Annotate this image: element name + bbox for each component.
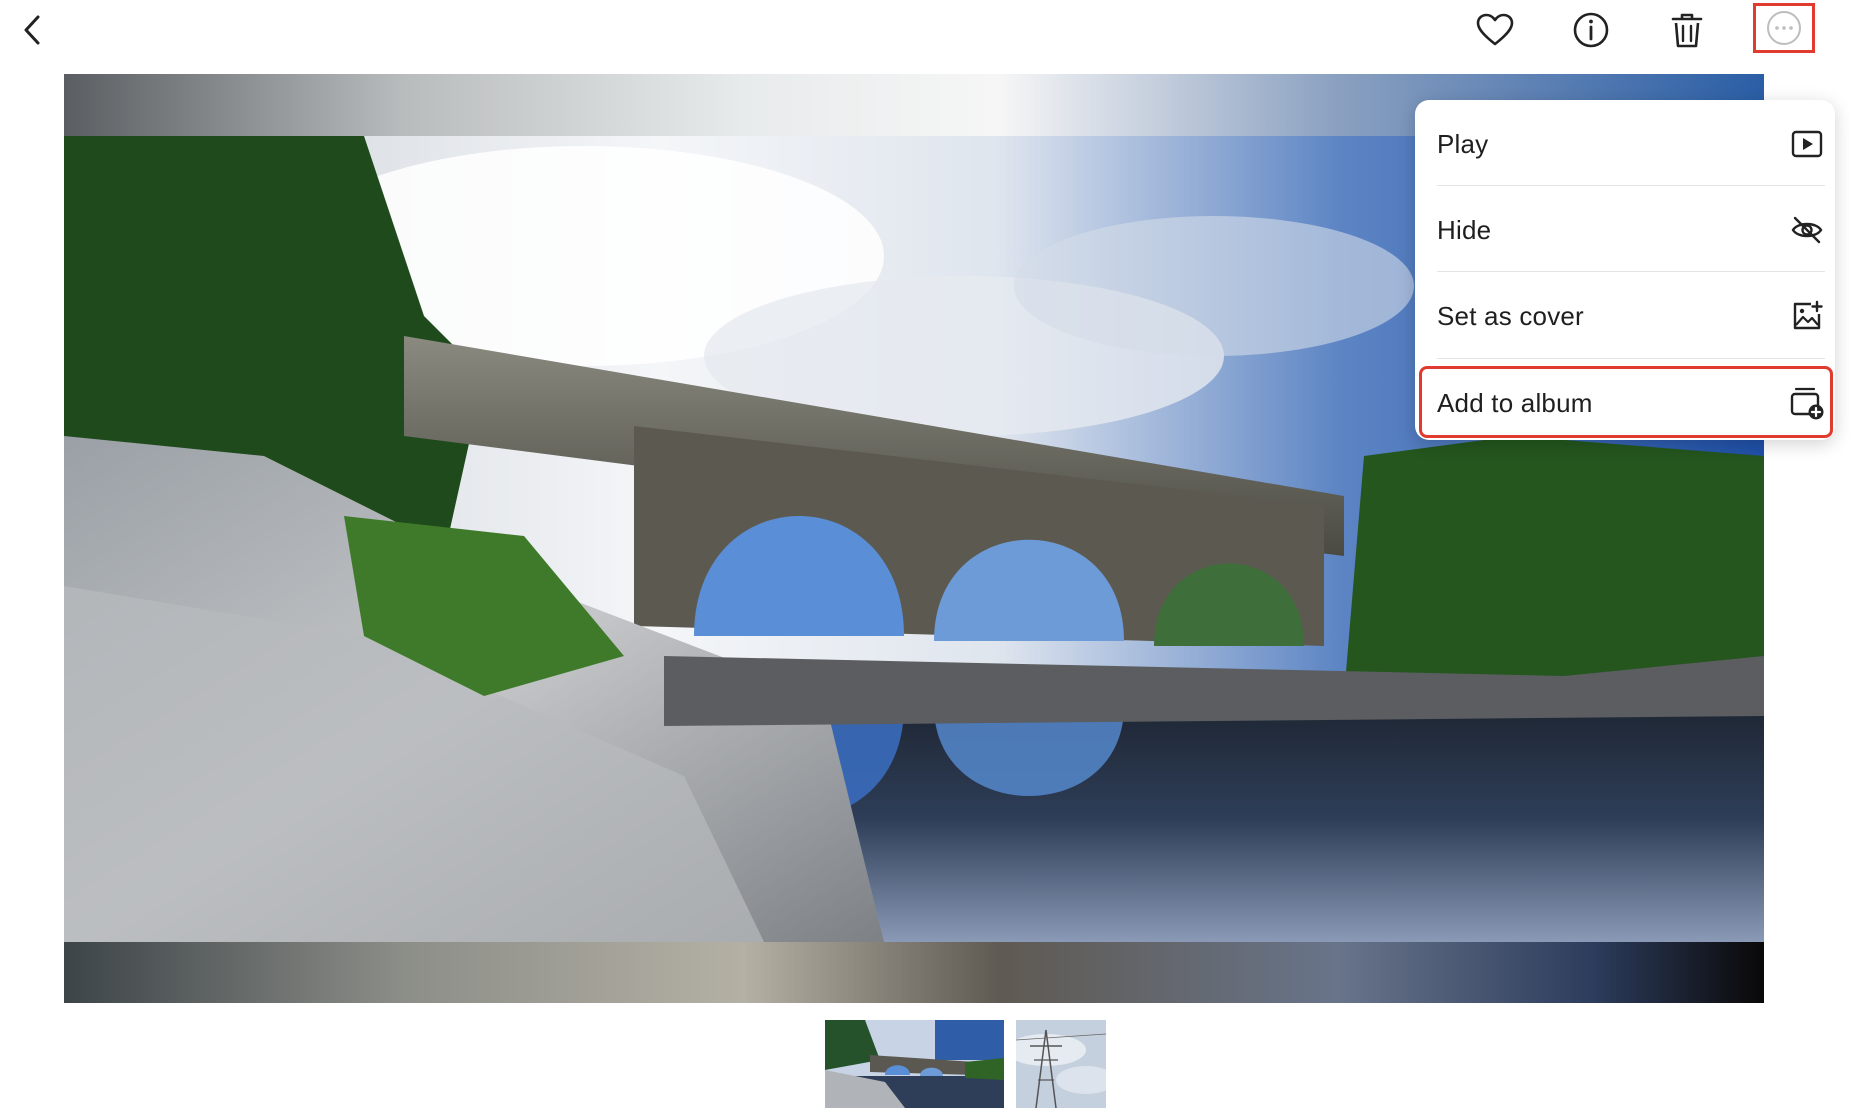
top-toolbar [0, 0, 1850, 70]
menu-item-label: Set as cover [1437, 300, 1584, 331]
chevron-left-icon [24, 15, 40, 45]
more-options-button[interactable] [1753, 3, 1815, 53]
delete-button[interactable] [1657, 0, 1717, 60]
info-icon [1573, 12, 1609, 48]
back-button[interactable] [2, 0, 62, 60]
play-icon [1789, 126, 1825, 162]
menu-item-set-as-cover[interactable]: Set as cover [1437, 274, 1825, 358]
menu-divider [1437, 358, 1825, 359]
menu-item-add-to-album[interactable]: Add to album [1437, 361, 1825, 445]
info-button[interactable] [1561, 0, 1621, 60]
thumbnail-bridge[interactable] [825, 1020, 1004, 1108]
more-horizontal-icon [1767, 11, 1801, 45]
menu-item-label: Hide [1437, 214, 1492, 245]
eye-off-icon [1789, 212, 1825, 248]
favorite-button[interactable] [1465, 0, 1525, 60]
trash-icon [1671, 13, 1703, 48]
menu-item-play[interactable]: Play [1437, 102, 1825, 186]
heart-icon [1476, 13, 1514, 46]
album-add-icon [1789, 385, 1825, 421]
image-plus-icon [1789, 298, 1825, 334]
photo-backdrop-band [64, 941, 1764, 1003]
menu-item-hide[interactable]: Hide [1437, 188, 1825, 272]
menu-item-label: Play [1437, 128, 1489, 159]
thumbnail-pylon[interactable] [1016, 1020, 1106, 1108]
menu-item-label: Add to album [1437, 387, 1593, 418]
